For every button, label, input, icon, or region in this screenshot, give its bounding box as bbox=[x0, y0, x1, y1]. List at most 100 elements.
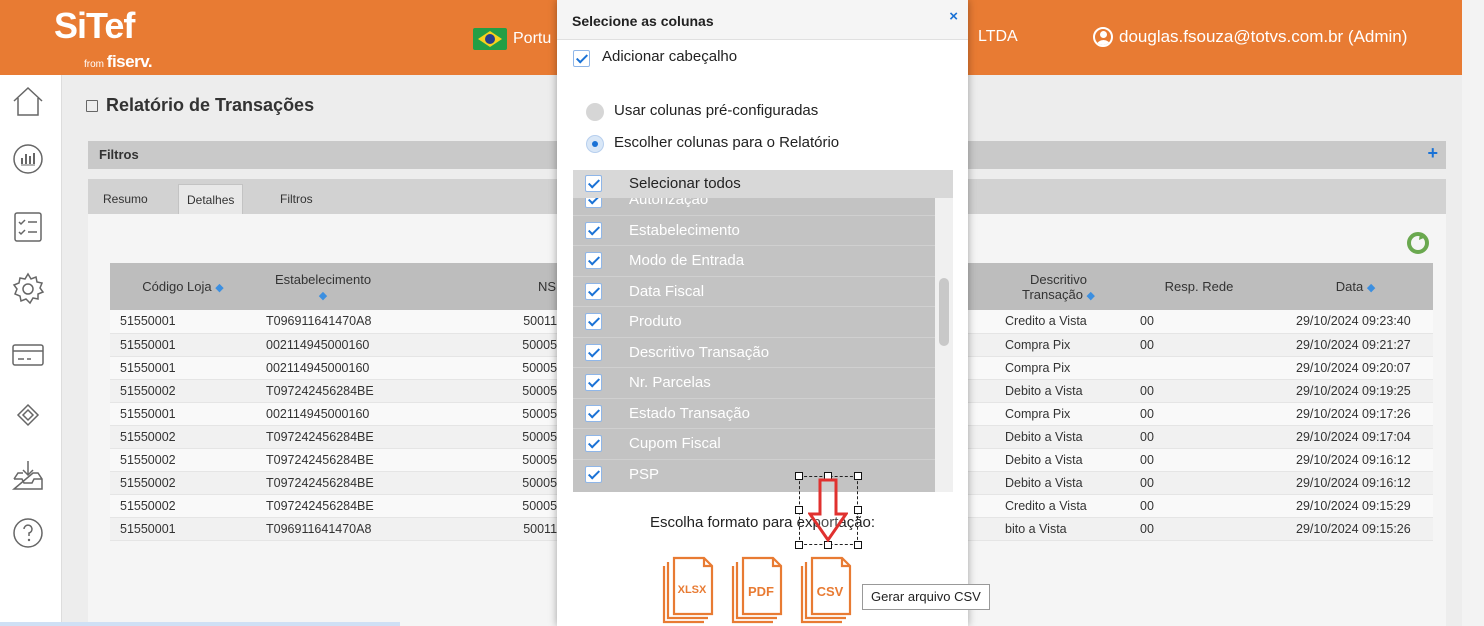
refresh-icon[interactable] bbox=[1406, 231, 1430, 255]
list-item[interactable]: Produto bbox=[573, 306, 935, 336]
list-item[interactable]: Descritivo Transação bbox=[573, 336, 935, 367]
column-label: Produto bbox=[629, 313, 682, 330]
column-checkbox[interactable] bbox=[585, 313, 602, 330]
dashboard-icon[interactable] bbox=[10, 141, 46, 177]
export-pdf-button[interactable]: PDF bbox=[729, 554, 785, 626]
column-checkbox[interactable] bbox=[585, 282, 602, 300]
column-checkbox[interactable] bbox=[585, 374, 602, 391]
column-header-estabelecimento[interactable]: Estabelecimento ◆ bbox=[256, 263, 390, 310]
tab-resumo[interactable]: Resumo bbox=[95, 184, 156, 214]
filters-label: Filtros bbox=[99, 147, 139, 162]
selection-handle bbox=[795, 541, 803, 549]
table-cell: 500052 bbox=[390, 448, 574, 472]
list-item[interactable]: Modo de Entrada bbox=[573, 245, 935, 275]
selection-handle bbox=[854, 506, 862, 514]
column-header-codigo-loja[interactable]: Código Loja ◆ bbox=[110, 263, 256, 310]
table-cell: 29/10/2024 09:16:12 bbox=[1278, 448, 1433, 472]
list-item[interactable]: Estado Transação bbox=[573, 397, 935, 428]
scrollbar-thumb[interactable] bbox=[939, 278, 949, 346]
table-cell: 00 bbox=[1120, 333, 1278, 357]
column-checkbox[interactable] bbox=[585, 343, 602, 361]
select-all-row[interactable]: Selecionar todos bbox=[573, 170, 935, 198]
column-label: Nr. Parcelas bbox=[629, 374, 711, 391]
table-cell: T097242456284BE bbox=[256, 471, 390, 495]
table-cell: Credito a Vista bbox=[997, 310, 1120, 334]
column-header-resp-rede[interactable]: Resp. Rede bbox=[1120, 263, 1278, 310]
add-header-checkbox[interactable] bbox=[573, 50, 590, 67]
radio-choose-columns[interactable] bbox=[586, 135, 604, 153]
column-checkbox[interactable] bbox=[585, 252, 602, 269]
table-cell: Compra Pix bbox=[997, 402, 1120, 426]
table-cell: 29/10/2024 09:23:40 bbox=[1278, 310, 1433, 334]
sitef-logo[interactable]: SiTef from fiserv. bbox=[54, 5, 153, 72]
table-cell: 51550002 bbox=[110, 471, 256, 495]
sort-icon: ◆ bbox=[1366, 282, 1376, 294]
tab-detalhes[interactable]: Detalhes bbox=[178, 184, 244, 214]
table-cell: 500117 bbox=[390, 517, 574, 541]
column-checkbox[interactable] bbox=[585, 435, 602, 452]
column-checkbox[interactable] bbox=[585, 404, 602, 422]
sort-icon: ◆ bbox=[215, 282, 224, 294]
logo-sub-text: from fiserv. bbox=[84, 52, 153, 72]
company-name: LTDA bbox=[978, 28, 1018, 45]
user-menu[interactable]: douglas.fsouza@totvs.com.br (Admin) bbox=[1093, 27, 1407, 47]
download-tray-icon[interactable] bbox=[10, 457, 46, 493]
table-cell: 29/10/2024 09:17:04 bbox=[1278, 425, 1433, 449]
xlsx-label: XLSX bbox=[677, 584, 707, 596]
column-header-nsu[interactable]: NSU bbox=[390, 263, 574, 310]
checklist-icon[interactable] bbox=[10, 209, 46, 245]
radio-preconfigured[interactable] bbox=[586, 103, 604, 121]
tab-filtros[interactable]: Filtros bbox=[272, 184, 321, 214]
table-cell: 500050 bbox=[390, 494, 574, 518]
diamond-icon[interactable] bbox=[10, 397, 46, 433]
bottom-scroll-indicator bbox=[0, 622, 400, 626]
list-item[interactable]: Estabelecimento bbox=[573, 214, 935, 245]
table-cell: T097242456284BE bbox=[256, 425, 390, 449]
help-icon[interactable] bbox=[10, 515, 46, 551]
table-cell: 51550002 bbox=[110, 494, 256, 518]
table-cell: 51550002 bbox=[110, 379, 256, 403]
table-cell: 51550001 bbox=[110, 356, 256, 380]
export-xlsx-button[interactable]: XLSX bbox=[660, 554, 716, 626]
brazil-flag-icon bbox=[473, 28, 507, 50]
selection-handle bbox=[795, 472, 803, 480]
select-all-checkbox[interactable] bbox=[585, 175, 602, 192]
table-cell: Compra Pix bbox=[997, 333, 1120, 357]
column-list-scrollbar[interactable] bbox=[935, 198, 953, 492]
list-item[interactable]: Cupom Fiscal bbox=[573, 428, 935, 458]
column-list[interactable]: Autorização Estabelecimento Modo de Entra… bbox=[573, 170, 935, 492]
export-csv-button[interactable]: CSV bbox=[798, 554, 854, 626]
column-header-descritivo[interactable]: Descritivo Transação ◆ bbox=[997, 263, 1120, 310]
page-title: Relatório de Transações bbox=[86, 95, 314, 116]
home-icon[interactable] bbox=[10, 83, 46, 119]
logo-main-text: SiTef bbox=[54, 5, 135, 46]
table-cell: 00 bbox=[1120, 471, 1278, 495]
page-scrollbar[interactable] bbox=[1462, 0, 1484, 626]
select-all-label: Selecionar todos bbox=[629, 175, 741, 192]
table-cell: 29/10/2024 09:16:12 bbox=[1278, 471, 1433, 495]
report-icon bbox=[86, 99, 98, 112]
column-checkbox[interactable] bbox=[585, 465, 602, 483]
table-cell: 500118 bbox=[390, 310, 574, 334]
table-cell: 51550001 bbox=[110, 517, 256, 541]
close-icon[interactable]: × bbox=[949, 8, 958, 25]
list-item[interactable]: PSP bbox=[573, 458, 935, 489]
table-cell: 51550001 bbox=[110, 402, 256, 426]
table-cell: Compra Pix bbox=[997, 356, 1120, 380]
column-header-data[interactable]: Data ◆ bbox=[1278, 263, 1433, 310]
logo-from: from bbox=[84, 59, 104, 70]
column-checkbox[interactable] bbox=[585, 221, 602, 239]
gear-icon[interactable] bbox=[10, 271, 46, 307]
card-icon[interactable] bbox=[10, 337, 46, 373]
csv-tooltip: Gerar arquivo CSV bbox=[862, 584, 990, 610]
table-cell: 500051 bbox=[390, 471, 574, 495]
list-item[interactable]: Data Fiscal bbox=[573, 275, 935, 306]
table-cell bbox=[1120, 356, 1278, 380]
table-cell: 002114945000160 bbox=[256, 356, 390, 380]
list-item[interactable]: Nr. Parcelas bbox=[573, 367, 935, 397]
language-selector[interactable]: Portu bbox=[473, 28, 551, 50]
column-label: PSP bbox=[629, 465, 660, 483]
expand-filters-icon[interactable]: + bbox=[1427, 143, 1438, 164]
table-cell: 00 bbox=[1120, 494, 1278, 518]
table-cell: 002114945000160 bbox=[256, 333, 390, 357]
